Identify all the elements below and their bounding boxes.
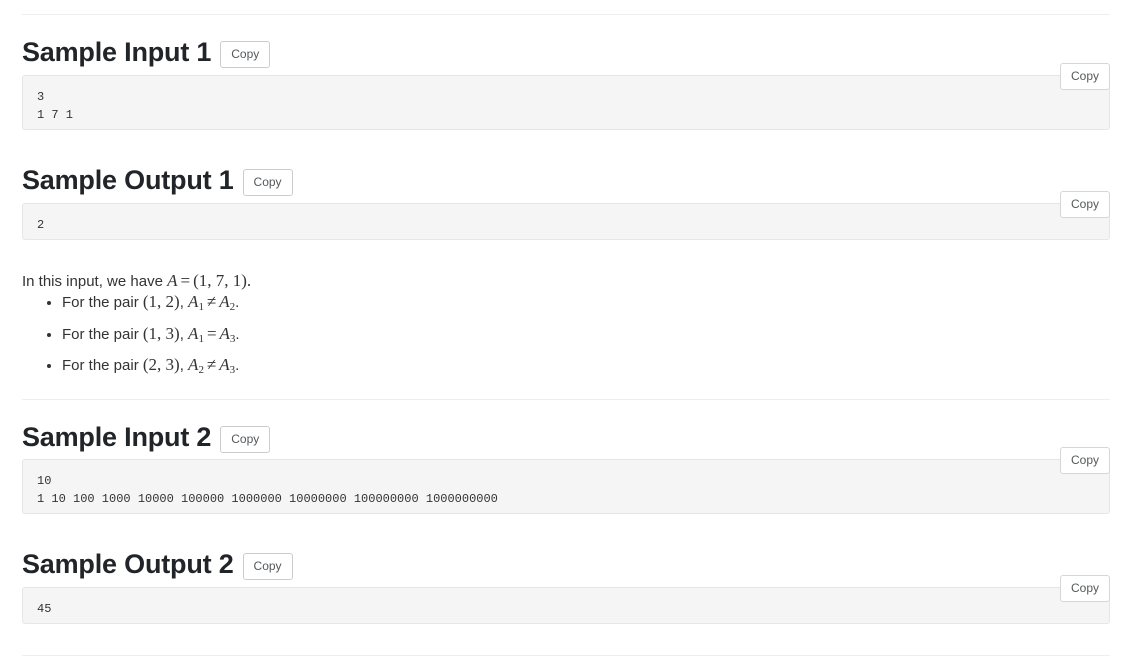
code-block-wrap-sample-output-1: Copy 2 [22, 191, 1110, 240]
sample-output-2-title: Sample Output 2 [22, 549, 234, 579]
pair-indices: (1, 2) [142, 292, 180, 311]
code-block-wrap-sample-input-2: Copy 10 1 10 100 1000 10000 100000 10000… [22, 447, 1110, 514]
pair-relation: = [206, 323, 217, 343]
copy-button-sample-input-1-heading[interactable]: Copy [220, 41, 271, 69]
list-item: For the pair (2, 3), A2≠A3. [62, 352, 240, 384]
problem-samples-page: Sample Input 1 Copy Copy 3 1 7 1 Sample … [0, 0, 1141, 665]
pair-right-variable: A [219, 292, 230, 311]
pair-list: For the pair (1, 2), A1≠A2. For the pair… [22, 289, 240, 384]
section-heading-sample-input-1: Sample Input 1 Copy [22, 37, 271, 69]
section-heading-sample-output-2: Sample Output 2 Copy [22, 549, 293, 581]
copy-button-sample-output-1-heading[interactable]: Copy [242, 169, 293, 197]
code-sample-input-1: 3 1 7 1 [22, 75, 1110, 130]
pair-left-variable: A [188, 323, 199, 343]
pair-left-variable: A [188, 292, 199, 311]
explanation-tuple: (1, 7, 1) [193, 271, 247, 290]
sample-input-2-title: Sample Input 2 [22, 422, 212, 452]
pair-comma: , [179, 294, 189, 311]
pair-lead-text: For the pair [62, 357, 143, 375]
copy-button-sample-output-2-block[interactable]: Copy [1059, 575, 1110, 602]
divider-middle [22, 399, 1110, 400]
code-block-wrap-sample-input-1: Copy 3 1 7 1 [22, 63, 1110, 130]
divider-bottom [22, 655, 1110, 656]
pair-indices: (1, 3) [142, 323, 180, 343]
pair-lead-text: For the pair [62, 294, 143, 311]
pair-indices: (2, 3) [142, 355, 180, 375]
copy-button-sample-output-2-heading[interactable]: Copy [242, 553, 293, 581]
sample-output-1-title: Sample Output 1 [22, 165, 234, 195]
section-heading-sample-output-1: Sample Output 1 Copy [22, 165, 293, 197]
pair-relation: ≠ [206, 292, 217, 311]
pair-right-variable: A [219, 355, 230, 375]
list-item: For the pair (1, 2), A1≠A2. [62, 289, 240, 321]
copy-button-sample-input-2-heading[interactable]: Copy [220, 426, 271, 454]
code-sample-input-2: 10 1 10 100 1000 10000 100000 1000000 10… [22, 459, 1110, 514]
pair-left-variable: A [188, 355, 199, 375]
copy-button-sample-output-1-block[interactable]: Copy [1059, 191, 1110, 218]
explanation-operator: = [180, 271, 191, 290]
explanation-period: . [246, 271, 252, 290]
code-sample-output-1: 2 [22, 203, 1110, 240]
pair-comma: , [179, 357, 189, 375]
pair-comma: , [179, 325, 189, 343]
code-sample-output-2: 45 [22, 587, 1110, 624]
pair-period: . [235, 325, 240, 343]
section-heading-sample-input-2: Sample Input 2 Copy [22, 422, 271, 454]
pair-relation: ≠ [206, 355, 217, 375]
code-block-wrap-sample-output-2: Copy 45 [22, 575, 1110, 624]
pair-period: . [235, 294, 240, 311]
pair-right-variable: A [219, 323, 230, 343]
copy-button-sample-input-2-block[interactable]: Copy [1059, 447, 1110, 474]
explanation-variable-a: A [167, 271, 178, 290]
explanation-intro-text: In this input, we have [22, 273, 168, 290]
pair-lead-text: For the pair [62, 325, 143, 343]
pair-period: . [235, 357, 240, 375]
list-item: For the pair (1, 3), A1=A3. [62, 321, 240, 353]
sample-input-1-title: Sample Input 1 [22, 37, 212, 67]
copy-button-sample-input-1-block[interactable]: Copy [1059, 63, 1110, 90]
divider-top [22, 14, 1110, 15]
